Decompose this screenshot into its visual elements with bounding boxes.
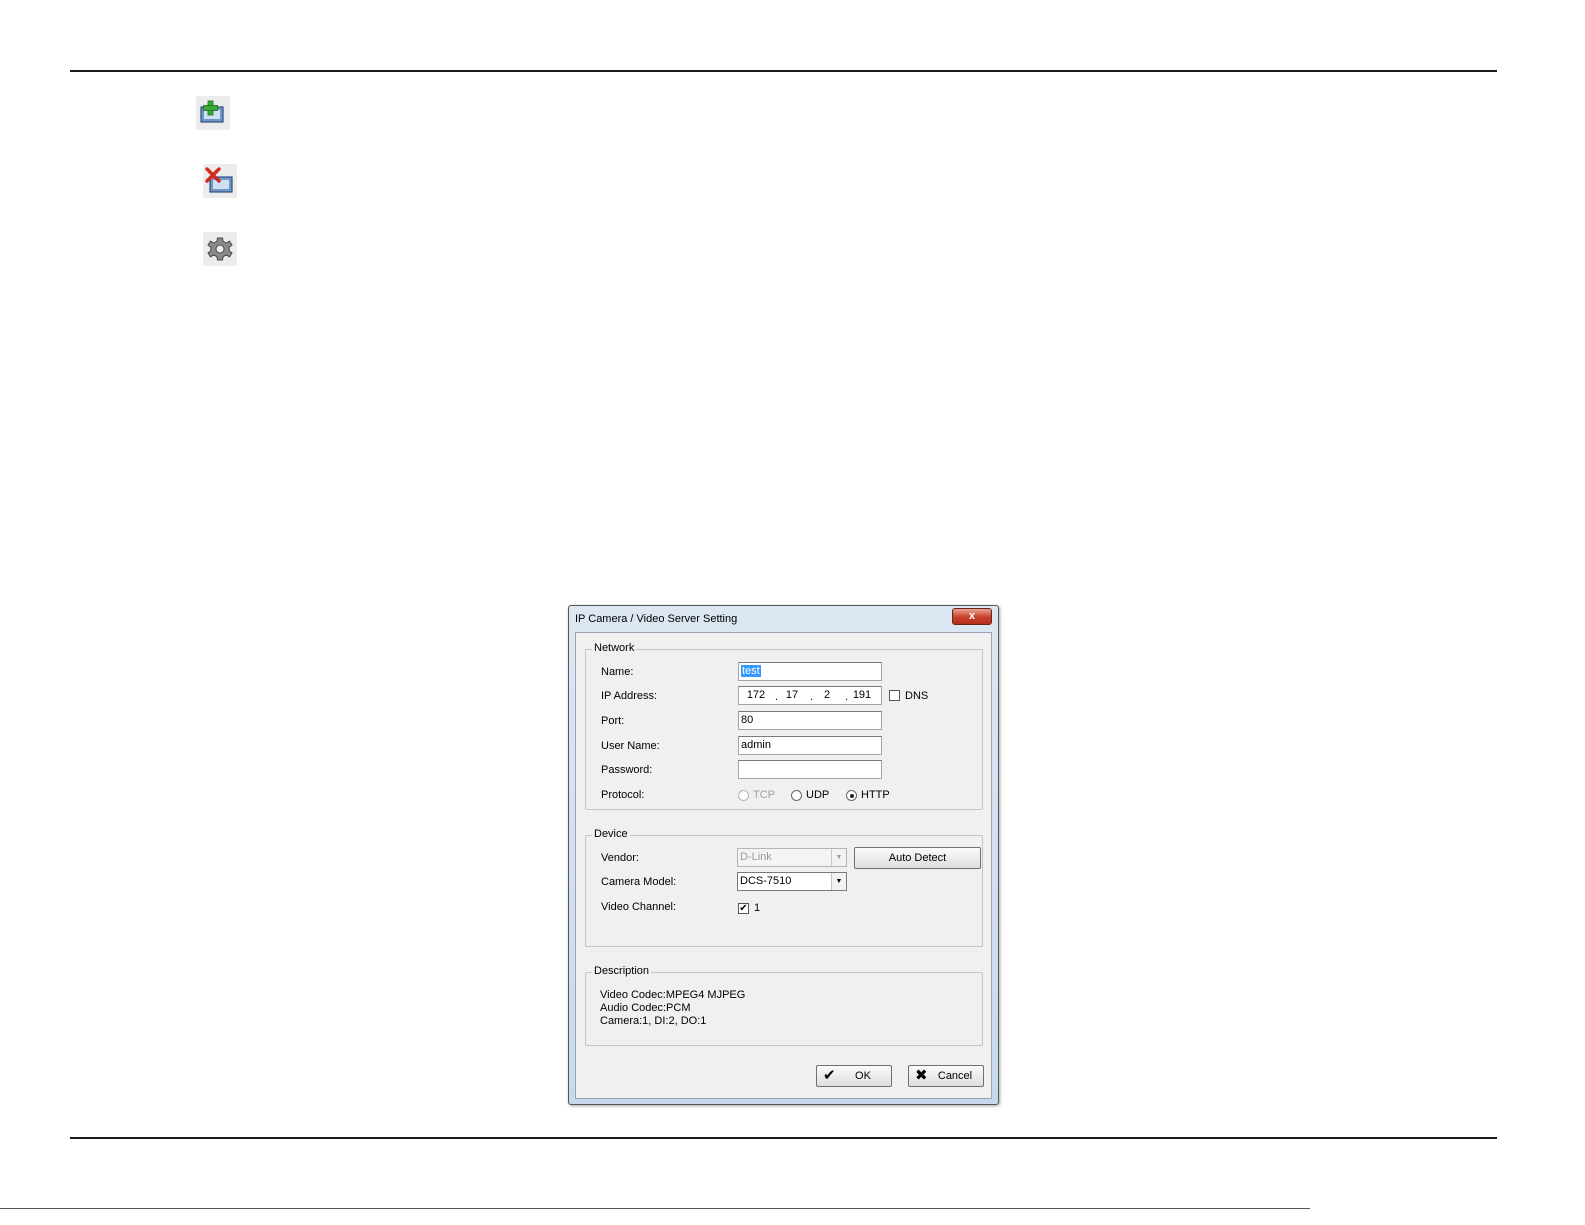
device-legend: Device — [592, 828, 630, 840]
auto-detect-button[interactable]: Auto Detect — [854, 847, 981, 869]
name-input[interactable]: test — [738, 662, 882, 681]
ip-address-label: IP Address: — [601, 690, 658, 702]
protocol-udp-radio[interactable] — [791, 790, 802, 801]
ok-button[interactable]: ✔ OK — [816, 1065, 892, 1087]
ip-octet-2: 17 — [785, 689, 799, 701]
vendor-select[interactable]: D-Link ▼ — [737, 848, 847, 867]
protocol-tcp-label: TCP — [753, 789, 775, 801]
protocol-udp-label: UDP — [806, 789, 830, 801]
ip-dot: . — [845, 691, 849, 703]
username-label: User Name: — [601, 740, 660, 752]
cancel-label: Cancel — [937, 1070, 973, 1082]
remove-camera-icon[interactable] — [203, 164, 237, 198]
video-channel-label: Video Channel: — [601, 901, 677, 913]
vendor-label: Vendor: — [601, 852, 639, 864]
device-group: Device Vendor: D-Link ▼ Auto Detect Came… — [585, 828, 983, 947]
dialog-client-area: Network Name: test IP Address: 172 . 17 … — [575, 632, 992, 1099]
top-rule — [70, 70, 1497, 72]
port-input[interactable]: 80 — [738, 711, 882, 730]
vendor-value: D-Link — [740, 851, 772, 863]
ip-address-input[interactable]: 172 . 17 . 2 . 191 — [738, 686, 882, 705]
dialog-title: IP Camera / Video Server Setting — [575, 613, 738, 625]
description-line-3: Camera:1, DI:2, DO:1 — [600, 1015, 707, 1027]
footer-rule — [0, 1208, 1310, 1209]
description-legend: Description — [592, 965, 652, 977]
settings-icon[interactable] — [203, 232, 237, 266]
camera-setting-dialog: IP Camera / Video Server Setting x Netwo… — [568, 605, 999, 1105]
camera-model-label: Camera Model: — [601, 876, 677, 888]
description-line-1: Video Codec:MPEG4 MJPEG — [600, 989, 746, 1001]
protocol-http-radio[interactable] — [846, 790, 857, 801]
video-channel-value: 1 — [754, 902, 761, 914]
name-label: Name: — [601, 666, 634, 678]
chevron-down-icon: ▼ — [831, 849, 846, 866]
dns-label: DNS — [905, 690, 929, 702]
bottom-rule — [70, 1137, 1497, 1139]
camera-model-select[interactable]: DCS-7510 ▼ — [737, 872, 847, 891]
protocol-label: Protocol: — [601, 789, 645, 801]
name-value: test — [741, 665, 761, 677]
description-group: Description Video Codec:MPEG4 MJPEG Audi… — [585, 965, 983, 1046]
protocol-http-label: HTTP — [861, 789, 890, 801]
ip-octet-4: 191 — [852, 689, 872, 701]
camera-model-value: DCS-7510 — [740, 875, 792, 887]
video-channel-checkbox[interactable]: ✔ — [738, 903, 749, 914]
password-input[interactable] — [738, 760, 882, 779]
ip-octet-3: 2 — [823, 689, 831, 701]
chevron-down-icon: ▼ — [831, 873, 846, 890]
port-label: Port: — [601, 715, 625, 727]
ok-label: OK — [855, 1070, 871, 1082]
add-camera-icon[interactable] — [196, 96, 230, 130]
protocol-tcp-radio[interactable] — [738, 790, 749, 801]
network-group: Network Name: test IP Address: 172 . 17 … — [585, 642, 983, 810]
ip-dot: . — [810, 691, 814, 703]
username-input[interactable]: admin — [738, 736, 882, 755]
close-button[interactable]: x — [952, 608, 992, 625]
cancel-button[interactable]: ✖ Cancel — [908, 1065, 984, 1087]
dns-checkbox[interactable] — [889, 690, 900, 701]
password-label: Password: — [601, 764, 653, 776]
ip-octet-1: 172 — [746, 689, 766, 701]
ip-dot: . — [775, 691, 779, 703]
network-legend: Network — [592, 642, 637, 654]
description-line-2: Audio Codec:PCM — [600, 1002, 691, 1014]
